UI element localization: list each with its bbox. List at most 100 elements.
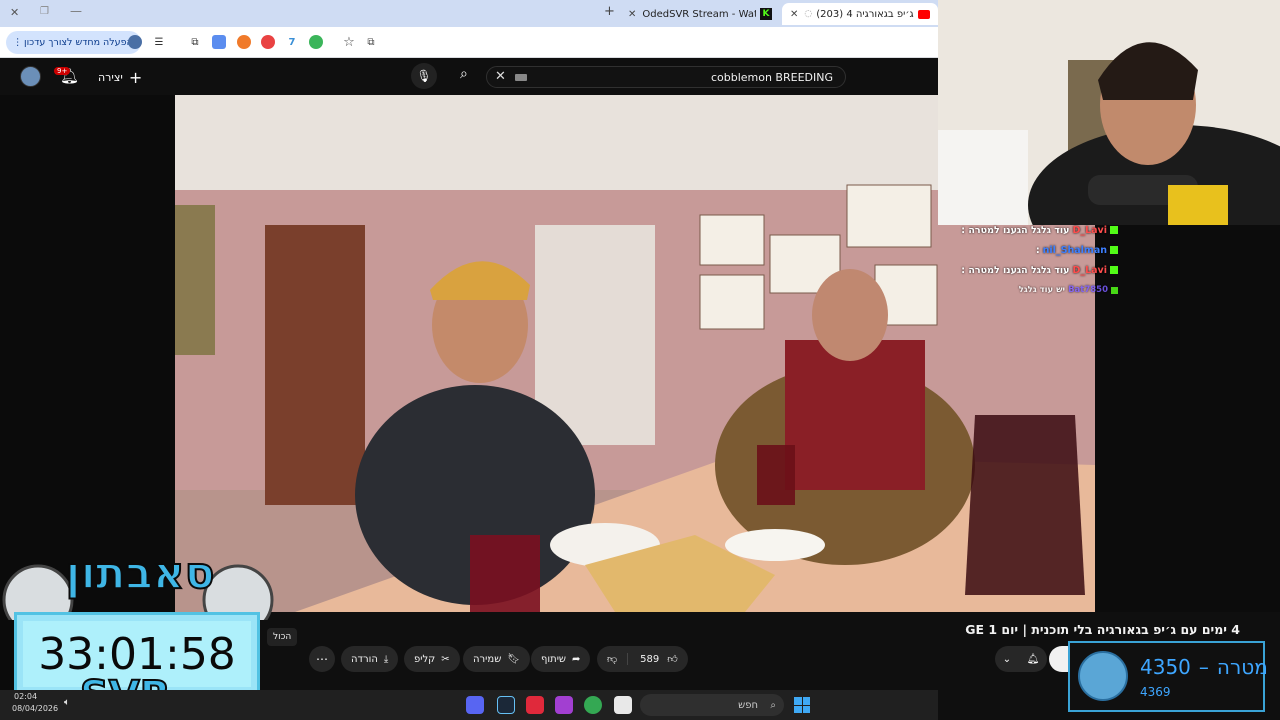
like-button[interactable]: 👍︎ [665,653,687,665]
volume-icon[interactable]: 🔈︎ [64,697,70,708]
chat-overlay: D_Lavi עוד גלגל הגענו למטרה : nil_Shalma… [948,220,1118,300]
video-title: 4 ימים עם ג׳יפ בגאורגיה בלי תוכנית | יום… [965,622,1240,637]
extension-green-icon[interactable] [309,35,323,49]
youtube-header: 🔔︎ 9+ יצירה + 🎙︎ ⌕ ✕ cobblemon BREEDING [0,58,938,95]
like-dislike-group: 👎︎ 589 👍︎ [597,646,688,672]
reload-update-label: הפעלה מחדש לצורך עדכון [24,37,133,48]
chat-text: עוד גלגל הגענו למטרה : [961,264,1070,276]
search-query-text: cobblemon BREEDING [710,70,833,84]
dislike-button[interactable]: 👎︎ [597,653,629,665]
close-window-icon[interactable]: — [70,4,82,18]
download-label: הורדה [351,653,378,665]
extension-orange-icon[interactable] [237,35,251,49]
translate-icon[interactable]: 7 [285,35,299,49]
app-purple-icon[interactable] [555,696,573,714]
tab-strip: ✕ ❐ — + ✕ OdedSVR Stream - Watch Live K … [0,0,938,27]
search-input[interactable]: ✕ cobblemon BREEDING [486,66,846,88]
like-count: 589 [640,653,660,665]
webcam-scene [938,0,1280,225]
windows-start-icon[interactable] [794,697,810,713]
bookmark-star-icon[interactable]: ☆ [342,35,356,50]
extension-blue-icon[interactable] [212,35,226,49]
voice-search-icon[interactable]: 🎙︎ [411,63,437,89]
download-icon: ⤓ [383,653,389,665]
chat-message: nil_Shalman : [948,240,1118,260]
share-button[interactable]: שיתוף ➦ [531,646,591,672]
search-icon[interactable]: ⌕ [460,66,468,82]
clock-date: 08/04/2026 [12,704,59,713]
reload-update-button[interactable]: הפעלה מחדש לצורך עדכון ⋮ [6,31,141,54]
clock-time: 02:04 [14,692,38,701]
save-label: שמירה [473,653,502,665]
clip-button[interactable]: קליפ ✂ [404,646,460,672]
close-tab-icon[interactable]: ✕ [790,9,798,20]
tab-kick-label: OdedSVR Stream - Watch Live [642,8,756,20]
goal-avatar [1078,651,1128,701]
taskbar-search-placeholder: חפש [738,699,758,711]
create-button[interactable]: יצירה + [98,68,142,87]
extension-red-icon[interactable] [261,35,275,49]
app-red-icon[interactable] [526,696,544,714]
chrome-icon[interactable] [584,696,602,714]
install-app-icon[interactable]: ⧉ [364,35,378,49]
save-button[interactable]: שמירה 🔖︎ [463,646,530,672]
chat-text: עוד גלגל הגענו למטרה : [961,224,1070,236]
clip-label: קליפ [414,653,436,665]
search-icon: ⌕ [770,699,776,711]
reading-list-icon[interactable]: ☰ [152,35,166,49]
chat-username: D_Lavi [1072,264,1107,276]
taskbar-search[interactable]: חפש ⌕ [640,694,784,716]
discord-icon[interactable] [466,696,484,714]
youtube-favicon-icon [918,9,930,19]
kick-badge-icon [1111,286,1118,294]
right-sidebar-area [1095,225,1280,665]
webcam-overlay [938,0,1280,225]
minimize-icon[interactable]: ❐ [40,6,49,17]
chat-username: D_Lavi [1072,224,1107,236]
download-button[interactable]: הורדה ⤓ [341,646,399,672]
clear-search-icon[interactable]: ✕ [495,69,506,84]
kick-badge-icon [1110,226,1118,234]
tab-youtube[interactable]: ✕ ◌ (203) 4 ימים עם ג׳יפ בגאורגיה [782,3,938,25]
kick-icon: K [760,8,772,20]
streamer-logo: סאבתון [0,540,278,636]
goal-widget: מטרה – 4350 4369 [1068,641,1268,712]
bell-icon: 🔔︎ [1026,653,1040,665]
file-explorer-icon[interactable] [614,696,632,714]
goal-value: 4350 [1140,655,1191,679]
more-actions-button[interactable]: ⋯ [309,646,335,672]
alarm-clock-icon: סאבתון [2,547,274,636]
tab-youtube-label: (203) 4 ימים עם ג׳יפ בגאורגיה [816,8,914,20]
kebab-icon: ⋮ [13,37,23,48]
all-chip-tooltip: הכול [267,628,298,646]
tab-kick[interactable]: ✕ OdedSVR Stream - Watch Live K [620,3,780,25]
goal-label: מטרה [1216,655,1268,679]
notifications-badge: 9+ [54,67,71,75]
chat-message: D_Lavi עוד גלגל הגענו למטרה : [948,220,1118,240]
avatar[interactable] [20,66,41,87]
new-tab-button[interactable]: + [604,4,615,19]
all-chip-label: הכול [273,632,292,642]
kick-badge-icon [1110,246,1118,254]
scissors-icon: ✂ [441,653,450,665]
extensions-icon[interactable]: ⧉ [188,35,202,49]
keyboard-icon[interactable] [515,74,527,81]
chat-username: nil_Shalman [1042,244,1107,256]
tab-search-icon[interactable]: ✕ [10,6,19,19]
bookmark-icon: 🔖︎ [507,653,520,665]
subscribe-dropdown-button[interactable]: ⌄ 🔔︎ [995,646,1047,672]
goal-dash: – [1198,655,1209,679]
chat-username: Bat7850 [1068,285,1108,295]
close-tab-icon[interactable]: ✕ [628,9,636,20]
goal-main: מטרה – 4350 [1140,655,1268,679]
chevron-down-icon: ⌄ [1002,653,1012,665]
chat-text: : [1035,244,1040,256]
profile-icon[interactable] [128,35,142,49]
chat-message: D_Lavi עוד גלגל הגענו למטרה : [948,260,1118,280]
kick-badge-icon [1110,266,1118,274]
audio-icon[interactable]: ◌ [804,9,812,19]
plus-icon: + [128,68,143,87]
chat-message: Bat7850 יש עוד גלגל [948,280,1118,300]
steam-icon[interactable] [497,696,515,714]
taskbar: 02:04 08/04/2026 🔈︎ חפש ⌕ [0,690,938,720]
